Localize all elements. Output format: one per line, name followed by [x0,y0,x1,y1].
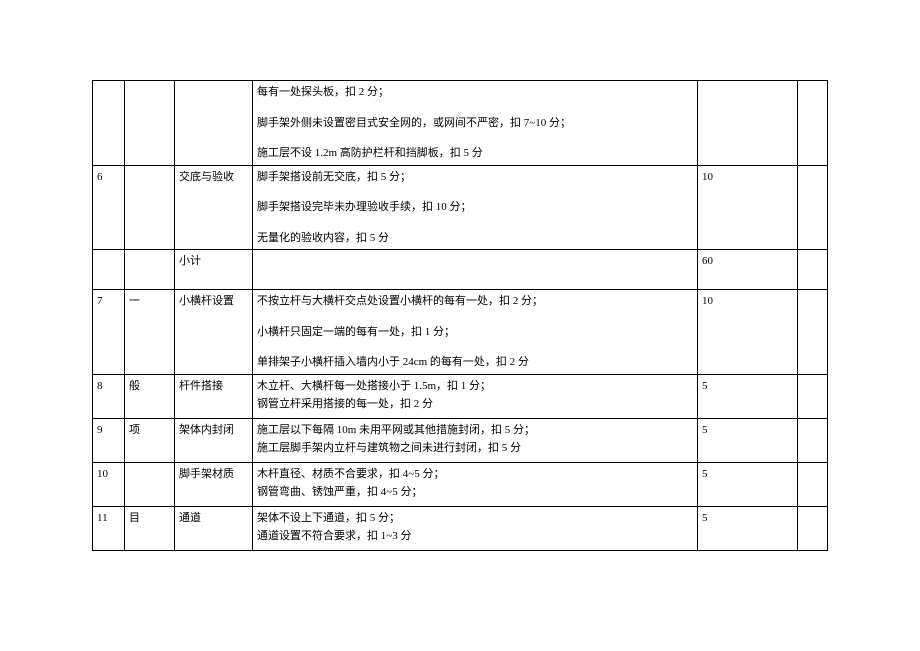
table-row: 6 交底与验收脚手架搭设前无交底，扣 5 分； 脚手架搭设完毕未办理验收手续，扣 1… [93,165,828,250]
table-row: 9项架体内封闭施工层以下每隔 10m 未用平网或其他措施封闭，扣 5 分；施工层… [93,418,828,462]
description-line: 小横杆只固定一端的每有一处，扣 1 分； [257,324,693,341]
description-line: 木立杆、大横杆每一处搭接小于 1.5m，扣 1 分； [257,378,693,395]
item-name: 架体内封闭 [175,418,253,462]
description-cell: 脚手架搭设前无交底，扣 5 分； 脚手架搭设完毕未办理验收手续，扣 10 分； 无量… [253,165,698,250]
description-line: 每有一处探头板，扣 2 分； [257,84,693,101]
description-line: 无量化的验收内容，扣 5 分 [257,230,693,247]
table-row: 7一小横杆设置不按立杆与大横杆交点处设置小横杆的每有一处，扣 2 分； 小横杆只固… [93,290,828,375]
description-cell: 木杆直径、材质不合要求，扣 4~5 分；钢管弯曲、锈蚀严重，扣 4~5 分； [253,462,698,506]
last-cell [798,418,828,462]
category-cell [125,462,175,506]
table-row: 11目通道架体不设上下通道，扣 5 分；通道设置不符合要求，扣 1~3 分5 [93,506,828,550]
description-cell: 施工层以下每隔 10m 未用平网或其他措施封闭，扣 5 分；施工层脚手架内立杆与… [253,418,698,462]
description-line: 施工层脚手架内立杆与建筑物之间未进行封闭，扣 5 分 [257,440,693,457]
last-cell [798,290,828,375]
table-row: 每有一处探头板，扣 2 分； 脚手架外侧未设置密目式安全网的，或网间不严密，扣 7… [93,81,828,166]
row-number [93,81,125,166]
score-cell: 5 [698,418,798,462]
description-line: 脚手架外侧未设置密目式安全网的，或网间不严密，扣 7~10 分； [257,115,693,132]
score-cell [698,81,798,166]
description-line: 施工层不设 1.2m 高防护栏杆和挡脚板，扣 5 分 [257,145,693,162]
description-line: 单排架子小横杆插入墙内小于 24cm 的每有一处，扣 2 分 [257,354,693,371]
description-cell: 每有一处探头板，扣 2 分； 脚手架外侧未设置密目式安全网的，或网间不严密，扣 7… [253,81,698,166]
item-name: 小横杆设置 [175,290,253,375]
category-cell: 般 [125,374,175,418]
last-cell [798,165,828,250]
score-cell: 10 [698,290,798,375]
category-cell [125,250,175,290]
evaluation-table: 每有一处探头板，扣 2 分； 脚手架外侧未设置密目式安全网的，或网间不严密，扣 7… [92,80,828,551]
description-line: 脚手架搭设完毕未办理验收手续，扣 10 分； [257,199,693,216]
description-cell: 不按立杆与大横杆交点处设置小横杆的每有一处，扣 2 分； 小横杆只固定一端的每有一… [253,290,698,375]
category-cell: 目 [125,506,175,550]
item-name: 交底与验收 [175,165,253,250]
last-cell [798,506,828,550]
score-cell: 5 [698,462,798,506]
description-line: 脚手架搭设前无交底，扣 5 分； [257,169,693,186]
description-line: 施工层以下每隔 10m 未用平网或其他措施封闭，扣 5 分； [257,422,693,439]
table-row: 8般杆件搭接木立杆、大横杆每一处搭接小于 1.5m，扣 1 分；钢管立杆采用搭接… [93,374,828,418]
category-cell [125,165,175,250]
last-cell [798,250,828,290]
item-name: 通道 [175,506,253,550]
description-cell: 木立杆、大横杆每一处搭接小于 1.5m，扣 1 分；钢管立杆采用搭接的每一处，扣… [253,374,698,418]
row-number: 9 [93,418,125,462]
table-row: 10 脚手架材质木杆直径、材质不合要求，扣 4~5 分；钢管弯曲、锈蚀严重，扣 4… [93,462,828,506]
description-cell: 架体不设上下通道，扣 5 分；通道设置不符合要求，扣 1~3 分 [253,506,698,550]
description-line: 不按立杆与大横杆交点处设置小横杆的每有一处，扣 2 分； [257,293,693,310]
last-cell [798,81,828,166]
description-line: 通道设置不符合要求，扣 1~3 分 [257,528,693,545]
score-cell: 5 [698,374,798,418]
item-name: 脚手架材质 [175,462,253,506]
last-cell [798,462,828,506]
row-number: 6 [93,165,125,250]
description-line: 钢管立杆采用搭接的每一处，扣 2 分 [257,396,693,413]
description-line: 架体不设上下通道，扣 5 分； [257,510,693,527]
row-number: 8 [93,374,125,418]
category-cell [125,81,175,166]
description-line: 钢管弯曲、锈蚀严重，扣 4~5 分； [257,484,693,501]
item-name: 杆件搭接 [175,374,253,418]
row-number [93,250,125,290]
row-number: 11 [93,506,125,550]
score-cell: 10 [698,165,798,250]
score-cell: 60 [698,250,798,290]
item-name: 小计 [175,250,253,290]
description-cell [253,250,698,290]
description-line: 木杆直径、材质不合要求，扣 4~5 分； [257,466,693,483]
row-number: 10 [93,462,125,506]
row-number: 7 [93,290,125,375]
category-cell: 项 [125,418,175,462]
score-cell: 5 [698,506,798,550]
item-name [175,81,253,166]
category-cell: 一 [125,290,175,375]
table-row: 小计 60 [93,250,828,290]
last-cell [798,374,828,418]
